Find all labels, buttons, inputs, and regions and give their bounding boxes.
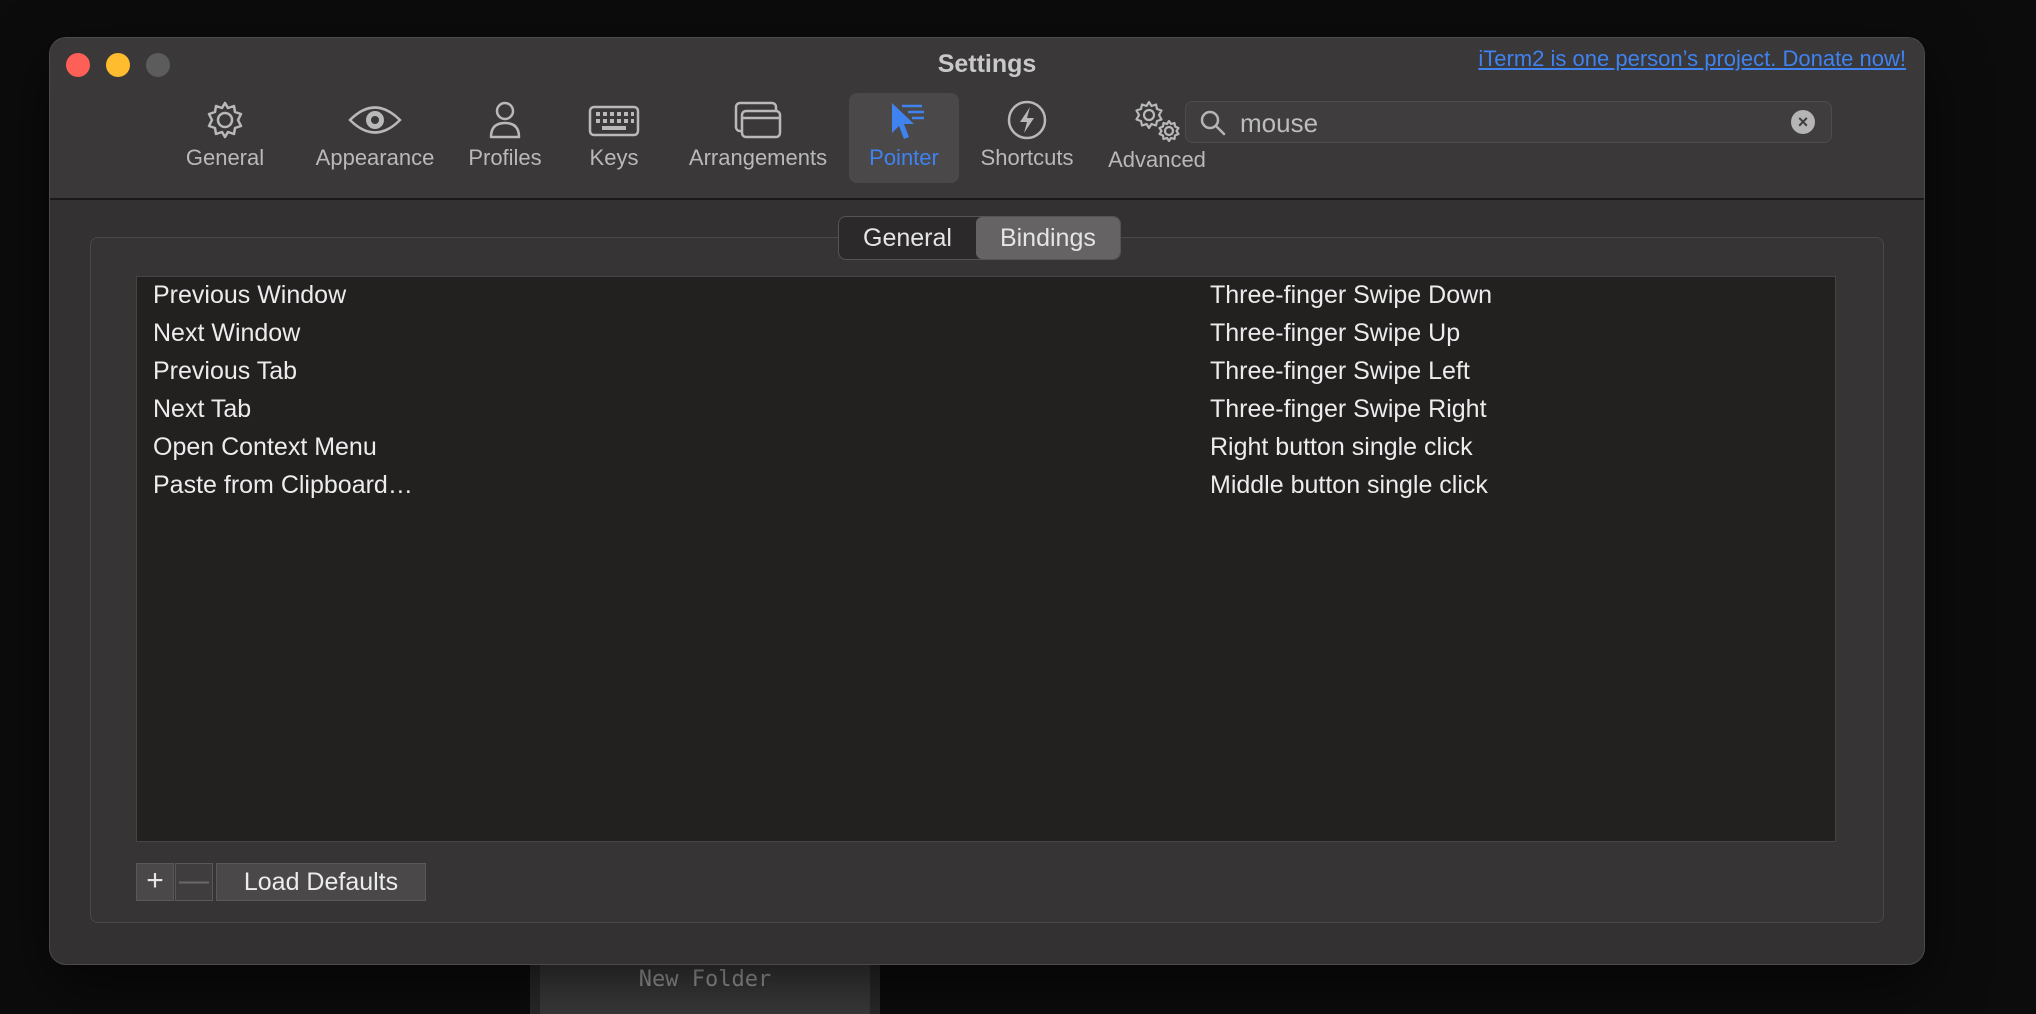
tab-general[interactable]: General: [839, 217, 976, 259]
toolbar-item-general[interactable]: General: [182, 93, 268, 183]
binding-action: Previous Tab: [153, 357, 298, 385]
binding-trigger: Right button single click: [1210, 433, 1473, 461]
toolbar-item-appearance[interactable]: Appearance: [308, 93, 442, 183]
binding-action: Paste from Clipboard…: [153, 471, 413, 499]
toolbar-item-keys[interactable]: Keys: [574, 93, 654, 183]
person-icon: [489, 101, 521, 139]
search-input[interactable]: [1238, 106, 1782, 140]
binding-action: Previous Window: [153, 281, 347, 309]
eye-icon: [348, 106, 402, 134]
search-field[interactable]: ×: [1185, 101, 1832, 143]
toolbar-item-pointer[interactable]: Pointer: [849, 93, 959, 183]
binding-trigger: Three-finger Swipe Right: [1210, 395, 1487, 423]
toolbar-label-appearance: Appearance: [315, 145, 435, 170]
toolbar-label-arrangements: Arrangements: [688, 145, 828, 170]
windows-icon: [734, 101, 782, 139]
toolbar-label-pointer: Pointer: [869, 145, 939, 170]
toolbar-label-profiles: Profiles: [468, 145, 542, 170]
table-row[interactable]: Next Tab Three-finger Swipe Right: [137, 391, 1835, 429]
binding-trigger: Three-finger Swipe Left: [1210, 357, 1470, 385]
table-row[interactable]: Open Context Menu Right button single cl…: [137, 429, 1835, 467]
tab-bindings[interactable]: Bindings: [975, 217, 1120, 259]
binding-action: Next Tab: [153, 395, 252, 423]
toolbar-item-profiles[interactable]: Profiles: [460, 93, 550, 183]
bolt-icon: [1007, 100, 1047, 140]
binding-trigger: Three-finger Swipe Down: [1210, 281, 1493, 309]
pointer-icon: [892, 103, 924, 139]
toolbar-label-keys: Keys: [589, 145, 639, 170]
toolbar-label-shortcuts: Shortcuts: [980, 145, 1074, 170]
load-defaults-button[interactable]: Load Defaults: [216, 863, 426, 901]
table-row[interactable]: Previous Tab Three-finger Swipe Left: [137, 353, 1835, 391]
keyboard-icon: [588, 105, 640, 137]
settings-window: Settings iTerm2 is one person’s project.…: [50, 38, 1924, 964]
pointer-tabs: General Bindings: [838, 216, 1121, 260]
table-row[interactable]: Previous Window Three-finger Swipe Down: [137, 277, 1835, 315]
clear-search-icon[interactable]: ×: [1791, 110, 1815, 134]
add-binding-button[interactable]: +: [136, 863, 174, 901]
binding-trigger: Three-finger Swipe Up: [1210, 319, 1461, 347]
background-folder-label: New Folder: [638, 967, 772, 992]
table-row[interactable]: Paste from Clipboard… Middle button sing…: [137, 467, 1835, 505]
bindings-table[interactable]: Previous Window Three-finger Swipe Down …: [136, 276, 1836, 842]
toolbar-item-arrangements[interactable]: Arrangements: [682, 93, 834, 183]
toolbar-label-advanced: Advanced: [1108, 147, 1206, 172]
gear-icon: [207, 101, 243, 139]
binding-action: Open Context Menu: [153, 433, 377, 461]
toolbar-label-general: General: [185, 145, 265, 170]
search-icon: [1200, 110, 1226, 136]
remove-binding-button[interactable]: —: [175, 863, 213, 901]
binding-action: Next Window: [153, 319, 301, 347]
toolbar-item-shortcuts[interactable]: Shortcuts: [972, 93, 1082, 183]
table-row[interactable]: Next Window Three-finger Swipe Up: [137, 315, 1835, 353]
gears-icon: [1135, 100, 1180, 143]
donate-link[interactable]: iTerm2 is one person’s project. Donate n…: [1478, 46, 1906, 72]
binding-trigger: Middle button single click: [1210, 471, 1488, 499]
titlebar: Settings iTerm2 is one person’s project.…: [50, 38, 1924, 200]
